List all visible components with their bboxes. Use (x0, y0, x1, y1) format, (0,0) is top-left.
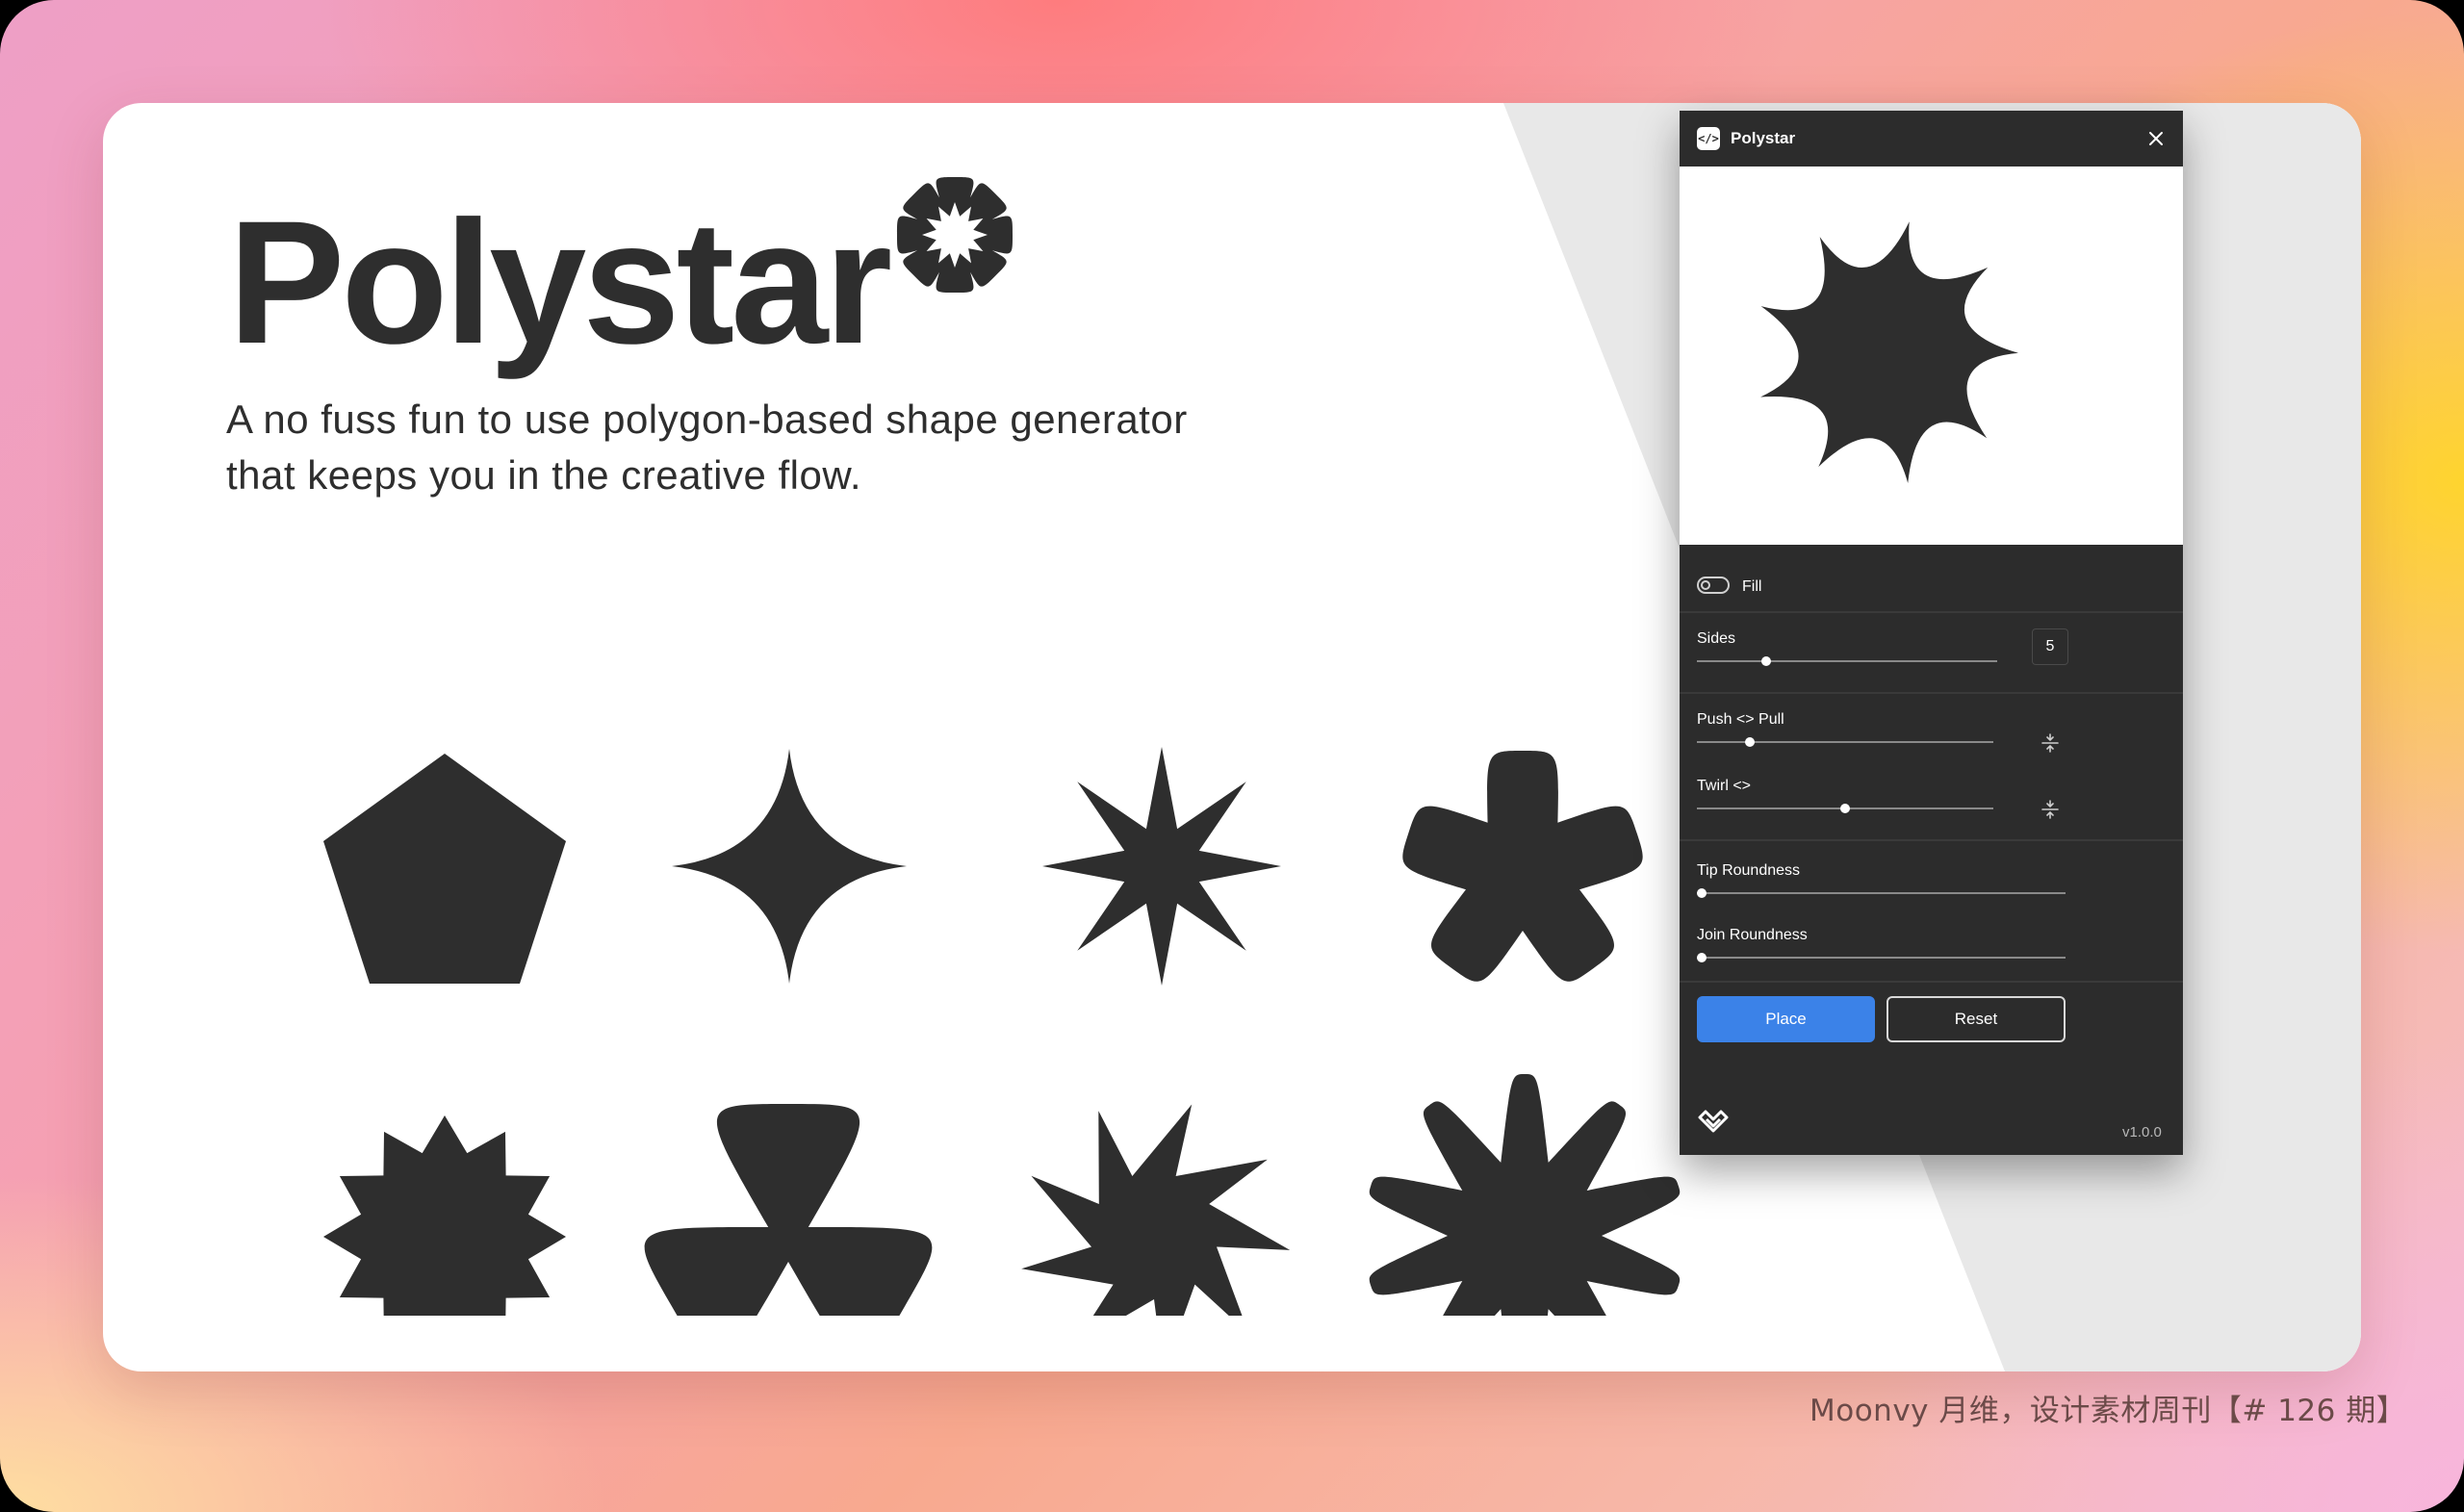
divider (1680, 611, 2183, 613)
plugin-code-icon: </> (1697, 127, 1720, 150)
divider (1680, 692, 2183, 694)
swirl-star-shape-icon (1021, 1104, 1291, 1316)
polystar-plugin-panel: </> Polystar Fill Sides 5 Push <> Pull T… (1680, 111, 2183, 1155)
divider (1680, 839, 2183, 841)
push-pull-label: Push <> Pull (1697, 711, 1784, 728)
sides-number-input[interactable]: 5 (2032, 628, 2068, 665)
push-pull-slider[interactable] (1697, 734, 1993, 750)
join-roundness-slider[interactable] (1697, 950, 2066, 965)
four-point-sparkle-shape-icon (672, 749, 907, 984)
center-reset-icon[interactable] (2040, 732, 2061, 754)
sides-slider[interactable] (1697, 653, 1997, 669)
center-reset-icon[interactable] (2040, 799, 2061, 820)
tagline-line-2: that keeps you in the creative flow. (226, 452, 862, 498)
tip-roundness-slider[interactable] (1697, 885, 2066, 901)
fill-label: Fill (1742, 578, 1762, 595)
reset-button[interactable]: Reset (1886, 996, 2066, 1042)
join-roundness-label: Join Roundness (1697, 927, 1808, 943)
twirl-label: Twirl <> (1697, 778, 1752, 794)
twirl-slider[interactable] (1697, 801, 1993, 816)
tagline: A no fuss fun to use polygon-based shape… (226, 392, 1381, 503)
eight-point-star-shape-icon (1042, 747, 1281, 986)
plugin-header: </> Polystar (1680, 111, 2183, 167)
rounded-five-point-star-shape-icon (1402, 751, 1643, 982)
version-label: v1.0.0 (2122, 1124, 2162, 1140)
place-button[interactable]: Place (1697, 996, 1875, 1042)
shape-preview-canvas (1680, 167, 2183, 545)
sides-label: Sides (1697, 630, 1736, 647)
plugin-title: Polystar (1731, 129, 1796, 147)
shape-gallery (199, 623, 1720, 1316)
fill-toggle[interactable] (1697, 577, 1730, 594)
twelve-point-badge-shape-icon (323, 1115, 566, 1316)
polystar-logo-icon (1698, 1110, 1729, 1133)
tip-roundness-label: Tip Roundness (1697, 862, 1801, 879)
ten-point-splat-shape-icon (1369, 1074, 1681, 1316)
tagline-line-1: A no fuss fun to use polygon-based shape… (226, 397, 1188, 442)
preview-star-shape (1760, 221, 2018, 483)
page-title: Polystar (228, 184, 892, 380)
pentagon-shape-icon (323, 754, 566, 984)
three-blade-propeller-shape-icon (644, 1104, 933, 1316)
credit-caption: Moonvy 月维，设计素材周刊【# 126 期】 (1810, 1394, 2407, 1428)
polystar-badge-icon (897, 177, 1013, 293)
close-icon[interactable] (2143, 126, 2169, 151)
divider (1680, 981, 2183, 983)
